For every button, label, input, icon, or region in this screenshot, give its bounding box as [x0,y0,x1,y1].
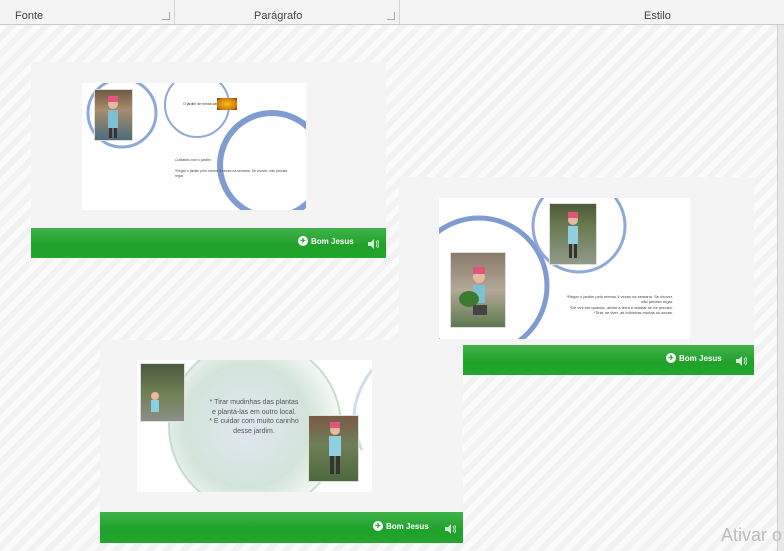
girl-figure-icon [329,422,341,474]
vertical-scrollbar[interactable] [777,25,784,551]
activation-watermark: Ativar o [721,525,783,545]
girl-with-plant-photo [450,252,506,328]
slide-1-title: O jardim de minha casa [183,102,220,106]
ribbon-group-style[interactable]: Estilo [400,0,784,24]
speaker-icon[interactable] [367,239,379,249]
girl-figure-icon [108,96,118,138]
girl-figure-icon [568,212,578,258]
font-dialog-launcher-icon[interactable] [162,12,170,20]
slide-1-footer: ✈ Bom Jesus [31,228,386,258]
girl-standing-photo [308,415,359,482]
bom-jesus-logo-icon: ✈ [373,521,383,531]
slide-3-canvas: * Tirar mudinhas das plantas e plantá-la… [137,360,372,492]
girl-photo-1 [94,89,133,141]
slide-thumbnail-1[interactable]: O jardim de minha casa Cuidados com o ja… [31,62,386,258]
ribbon-group-paragraph-label: Parágrafo [254,10,303,22]
brand-logo: ✈ Bom Jesus [298,236,354,246]
girl-figure-icon [459,267,487,315]
slide-3-body: * Tirar mudinhas das plantas e plantá-la… [199,398,309,436]
girl-figure-icon [151,392,159,412]
slide-thumbnail-3[interactable]: * Tirar mudinhas das plantas e plantá-la… [100,340,463,543]
paragraph-dialog-launcher-icon[interactable] [387,12,395,20]
slide-2-footer: ✈ Bom Jesus [463,345,754,375]
slide-1-canvas: O jardim de minha casa Cuidados com o ja… [82,83,306,210]
speaker-icon[interactable] [735,356,747,366]
brand-name: Bom Jesus [679,353,722,363]
girl-in-garden-photo [549,203,597,265]
ribbon-bar: Fonte Parágrafo Estilo [0,0,784,25]
slide-2-body: *Regar o jardim pelo menos 4 vezes na se… [533,294,673,315]
slide-2-canvas: *Regar o jardim pelo menos 4 vezes na se… [439,198,690,339]
slide-3-line-4: desse jardim. [233,427,275,435]
slide-3-line-2: e plantá-las em outro local. [211,408,297,416]
brand-logo: ✈ Bom Jesus [666,353,722,363]
brand-name: Bom Jesus [311,236,354,246]
slide-3-line-1: * Tirar mudinhas das plantas [209,399,299,406]
bom-jesus-logo-icon: ✈ [666,353,676,363]
ribbon-group-style-label: Estilo [644,10,671,22]
ribbon-group-font[interactable]: Fonte [0,0,175,24]
bom-jesus-logo-icon: ✈ [298,236,308,246]
slide-1-body: *Regar o jardim pelo menos 4 vezes na se… [175,169,288,178]
ribbon-group-paragraph[interactable]: Parágrafo [175,0,400,24]
brand-name: Bom Jesus [386,521,429,531]
slide-3-line-3: * E cuidar com muito carinho [209,418,299,425]
girl-among-trees-photo [140,363,185,422]
slide-3-footer: ✈ Bom Jesus [100,512,463,543]
brand-logo: ✈ Bom Jesus [373,521,429,531]
slide-2-line-4: *Tirar, se tiver, as folhinhas mortas ou… [593,309,673,315]
flower-image [217,98,237,110]
ribbon-group-font-label: Fonte [15,10,44,22]
speaker-icon[interactable] [444,524,456,534]
slide-1-subtitle: Cuidados com o jardim [175,158,211,162]
